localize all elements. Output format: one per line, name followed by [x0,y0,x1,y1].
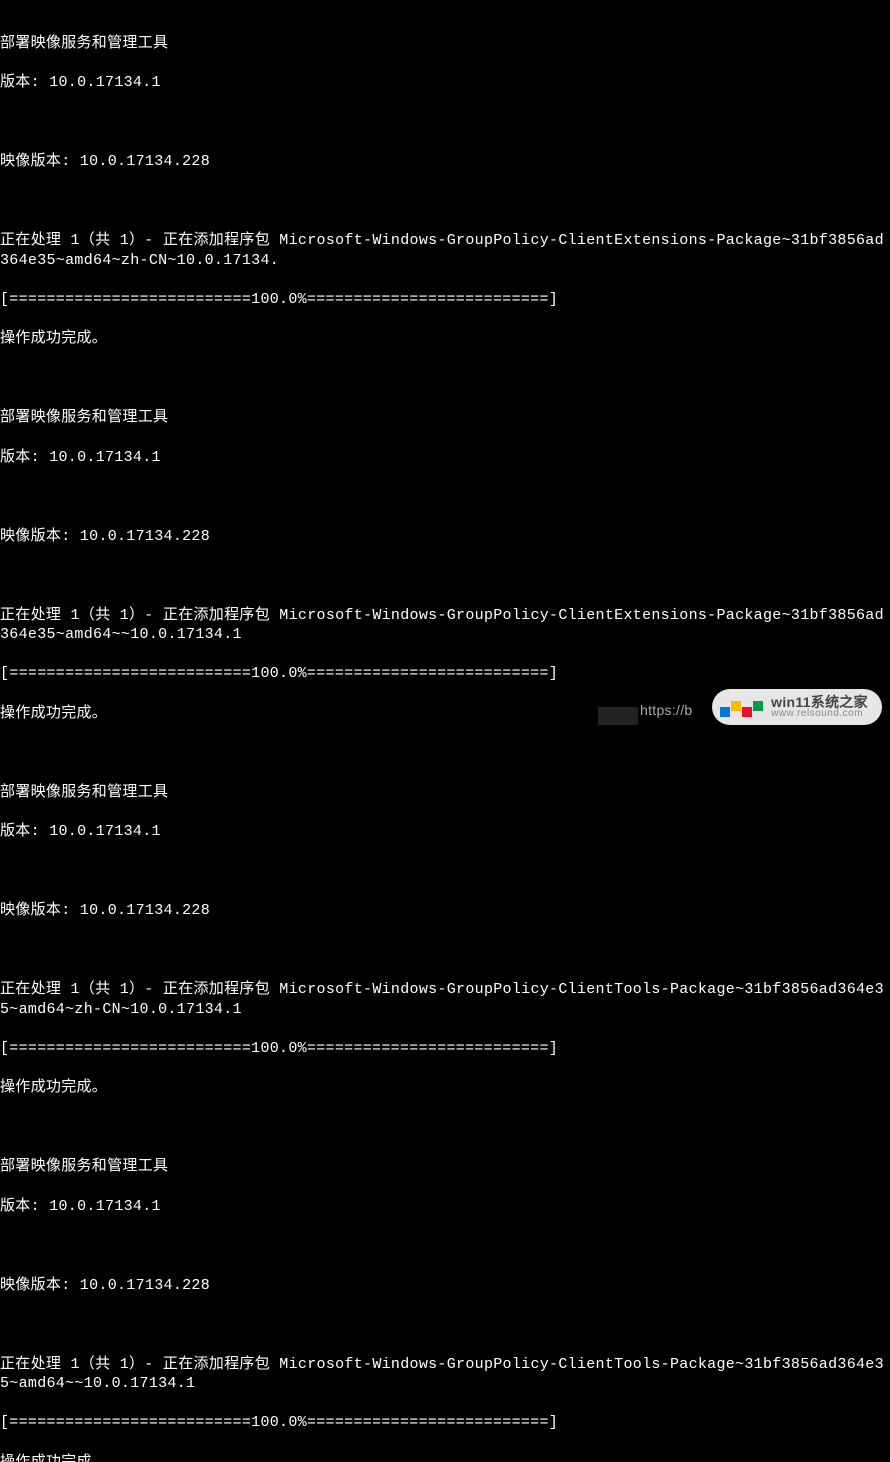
tool-version: 版本: 10.0.17134.1 [0,1197,890,1217]
watermark-url: www.relsound.com [771,709,868,719]
progress-bar: [==========================100.0%=======… [0,664,890,684]
dism-header: 部署映像服务和管理工具 [0,408,890,428]
processing-status: 正在处理 1（共 1）- 正在添加程序包 Microsoft-Windows-G… [0,606,890,645]
image-version: 映像版本: 10.0.17134.228 [0,527,890,547]
blank [0,862,890,882]
progress-bar: [==========================100.0%=======… [0,1413,890,1433]
success-message: 操作成功完成。 [0,1078,890,1098]
blank [0,1236,890,1256]
blank [0,192,890,212]
blank [0,743,890,763]
dism-header: 部署映像服务和管理工具 [0,1157,890,1177]
dism-header: 部署映像服务和管理工具 [0,34,890,54]
watermark-text: win11系统之家 www.relsound.com [771,695,868,719]
success-message: 操作成功完成。 [0,1453,890,1462]
image-version: 映像版本: 10.0.17134.228 [0,1276,890,1296]
dism-header: 部署映像服务和管理工具 [0,783,890,803]
progress-bar: [==========================100.0%=======… [0,290,890,310]
blank [0,1315,890,1335]
terminal-output: 部署映像服务和管理工具 版本: 10.0.17134.1 映像版本: 10.0.… [0,0,890,1462]
tool-version: 版本: 10.0.17134.1 [0,822,890,842]
processing-status: 正在处理 1（共 1）- 正在添加程序包 Microsoft-Windows-G… [0,231,890,270]
url-fragment: https://b [640,701,693,719]
blank [0,566,890,586]
blank [0,1118,890,1138]
image-version: 映像版本: 10.0.17134.228 [0,901,890,921]
blank [0,941,890,961]
processing-status: 正在处理 1（共 1）- 正在添加程序包 Microsoft-Windows-G… [0,1355,890,1394]
watermark-badge: win11系统之家 www.relsound.com [712,689,882,725]
progress-bar: [==========================100.0%=======… [0,1039,890,1059]
windows-logo-icon [720,698,763,717]
blank [0,369,890,389]
shade [598,707,638,725]
success-message: 操作成功完成。 [0,329,890,349]
blank [0,113,890,133]
blank [0,487,890,507]
processing-status: 正在处理 1（共 1）- 正在添加程序包 Microsoft-Windows-G… [0,980,890,1019]
tool-version: 版本: 10.0.17134.1 [0,73,890,93]
tool-version: 版本: 10.0.17134.1 [0,448,890,468]
watermark-title: win11系统之家 [771,695,868,709]
image-version: 映像版本: 10.0.17134.228 [0,152,890,172]
